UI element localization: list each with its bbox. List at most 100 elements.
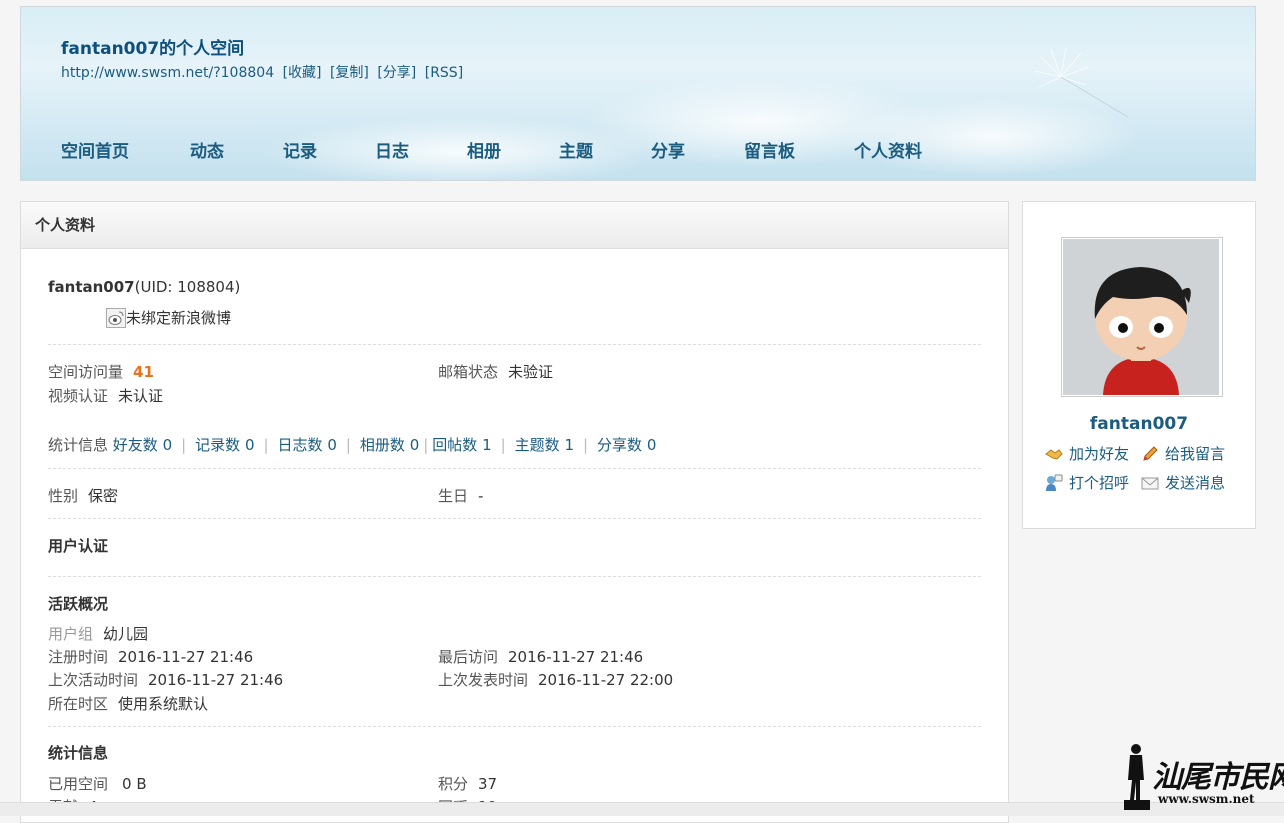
user-sidebar: fantan007 加为好友 给我留言 打个招呼 发送消息 [1022,201,1256,529]
visits-label: 空间访问量 [48,363,124,381]
envelope-icon [1141,477,1159,489]
profile-panel: 个人资料 fantan007(UID: 108804) 未绑定新浪微博 空间访问… [20,201,1009,823]
say-hello-button[interactable]: 打个招呼 [1045,472,1129,493]
stat-friends[interactable]: 好友数 0 [113,436,172,454]
nav-threads[interactable]: 主题 [559,137,651,162]
last-post-label: 上次发表时间 [438,671,529,689]
stats-row: 统计信息 好友数 0 | 记录数 0 | 日志数 0 | 相册数 0 | 回帖数 1 | 主题数 1… [48,434,656,455]
profile-uid: (UID: 108804) [134,278,241,296]
visits-row: 空间访问量 41 [48,361,154,382]
stat-shares[interactable]: 分享数 0 [597,436,656,454]
say-hello-label: 打个招呼 [1069,474,1130,492]
nav-share[interactable]: 分享 [651,137,744,162]
nav-feed[interactable]: 动态 [190,137,283,162]
last-visit-label: 最后访问 [438,648,499,666]
share-link[interactable]: [分享] [377,65,416,81]
last-visit-value: 2016-11-27 21:46 [508,648,644,666]
timezone-row: 所在时区 使用系统默认 [48,693,208,714]
stat-albums[interactable]: 相册数 0 [360,436,419,454]
last-active-value: 2016-11-27 21:46 [148,671,284,689]
points-row: 积分 37 [438,773,497,794]
divider [48,576,981,577]
separator: | [423,436,429,454]
gender-value: 保密 [88,487,119,505]
copy-link[interactable]: [复制] [330,65,369,81]
timezone-value: 使用系统默认 [118,695,209,713]
space-title[interactable]: fantan007的个人空间 [61,34,244,59]
add-friend-label: 加为好友 [1069,445,1130,463]
profile-username: fantan007 [48,278,135,296]
email-row: 邮箱状态 未验证 [438,361,553,382]
panel-title: 个人资料 [21,202,1008,249]
favorite-link[interactable]: [收藏] [283,65,322,81]
usergroup-value[interactable]: 幼儿园 [103,625,148,643]
gender-row: 性别 保密 [48,485,118,506]
send-message-label: 发送消息 [1165,474,1226,492]
stat-replies[interactable]: 回帖数 1 [432,436,491,454]
last-post-row: 上次发表时间 2016-11-27 22:00 [438,669,673,690]
video-row: 视频认证 未认证 [48,385,163,406]
stats-label: 统计信息 [48,436,109,454]
timezone-label: 所在时区 [48,695,109,713]
verify-heading: 用户认证 [48,537,109,555]
video-label: 视频认证 [48,387,109,405]
nav-guestbook[interactable]: 留言板 [744,137,854,162]
divider [48,518,981,519]
email-value: 未验证 [508,363,554,381]
send-message-button[interactable]: 发送消息 [1141,472,1225,493]
nav-profile[interactable]: 个人资料 [854,137,954,162]
rss-link[interactable]: [RSS] [425,65,463,81]
last-visit-row: 最后访问 2016-11-27 21:46 [438,646,643,667]
site-logo: 汕尾市民网 www.swsm.net [1120,742,1284,812]
last-active-row: 上次活动时间 2016-11-27 21:46 [48,669,283,690]
usergroup-row: 用户组 幼儿园 [48,623,148,644]
nav-album[interactable]: 相册 [467,137,559,162]
reg-value: 2016-11-27 21:46 [118,648,254,666]
video-value: 未认证 [118,387,164,405]
separator: | [500,436,506,454]
bottom-bar [0,802,1284,816]
used-space-value: 0 B [122,775,147,793]
used-space-row: 已用空间 0 B [48,773,147,794]
gender-label: 性别 [48,487,79,505]
divider [48,726,981,727]
weibo-row: 未绑定新浪微博 [106,307,231,328]
avatar-image [1063,239,1219,395]
logo-text: 汕尾市民网 [1152,760,1284,795]
nav-home[interactable]: 空间首页 [61,137,190,162]
birthday-value: - [478,487,484,505]
greeting-icon [1046,474,1063,491]
weibo-icon [106,307,126,328]
separator: | [263,436,269,454]
divider [48,468,981,469]
nav-records[interactable]: 记录 [283,137,375,162]
leave-message-button[interactable]: 给我留言 [1141,443,1225,464]
last-post-value: 2016-11-27 22:00 [538,671,674,689]
separator: | [345,436,351,454]
weibo-status[interactable]: 未绑定新浪微博 [126,307,231,328]
stat-blogs[interactable]: 日志数 0 [278,436,337,454]
reg-row: 注册时间 2016-11-27 21:46 [48,646,253,667]
birthday-row: 生日 - [438,485,483,506]
last-active-label: 上次活动时间 [48,671,139,689]
birthday-label: 生日 [438,487,469,505]
add-friend-button[interactable]: 加为好友 [1045,443,1129,464]
space-header: fantan007的个人空间 http://www.swsm.net/?1088… [20,6,1256,181]
nav-blog[interactable]: 日志 [375,137,467,162]
stat-records[interactable]: 记录数 0 [195,436,254,454]
sidebar-username[interactable]: fantan007 [1023,414,1255,434]
leave-message-label: 给我留言 [1165,445,1226,463]
pencil-icon [1143,445,1158,461]
divider [48,344,981,345]
points-value: 37 [478,775,498,793]
usergroup-label: 用户组 [48,625,94,643]
space-url[interactable]: http://www.swsm.net/?108804 [61,65,274,81]
dandelion-decoration [1034,47,1129,117]
visits-value: 41 [133,363,154,381]
stat-heading: 统计信息 [48,744,109,762]
separator: | [582,436,589,454]
avatar[interactable] [1061,237,1223,397]
stat-threads[interactable]: 主题数 1 [515,436,574,454]
handshake-icon [1045,448,1063,460]
separator: | [181,436,187,454]
